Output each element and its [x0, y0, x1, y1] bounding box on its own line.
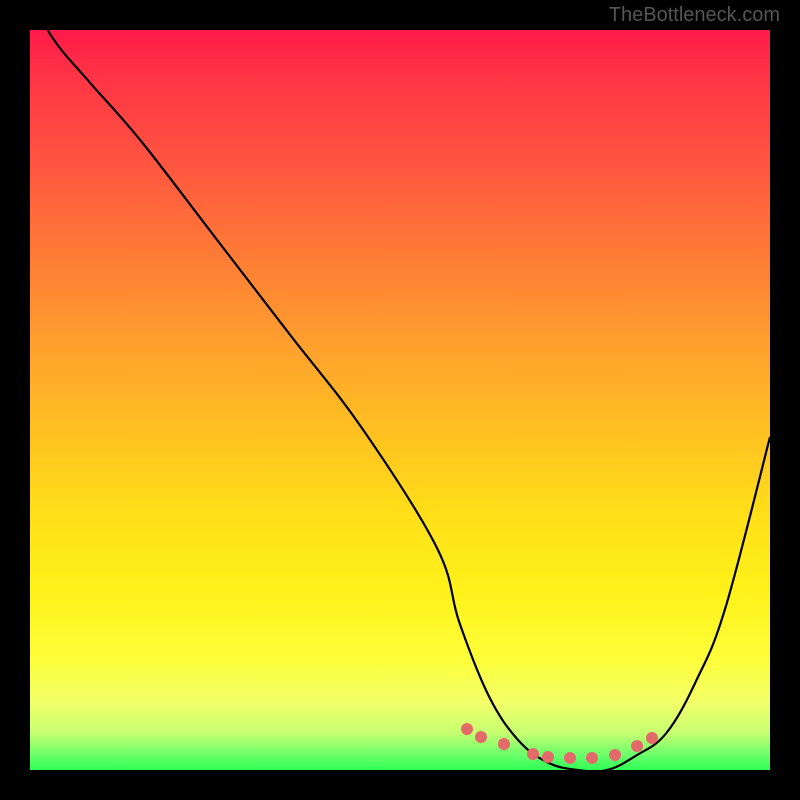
highlight-dot	[631, 740, 643, 752]
highlight-dot	[461, 723, 473, 735]
highlight-dot	[646, 732, 658, 744]
highlight-dot	[564, 752, 576, 764]
highlight-dot	[586, 752, 598, 764]
watermark-text: TheBottleneck.com	[609, 4, 780, 27]
chart-plot-area	[30, 30, 770, 770]
highlight-dot	[542, 751, 554, 763]
highlight-dot	[498, 738, 510, 750]
highlight-dot	[475, 731, 487, 743]
highlight-dot	[527, 748, 539, 760]
highlight-dot	[609, 749, 621, 761]
optimal-range-dots	[30, 30, 770, 770]
